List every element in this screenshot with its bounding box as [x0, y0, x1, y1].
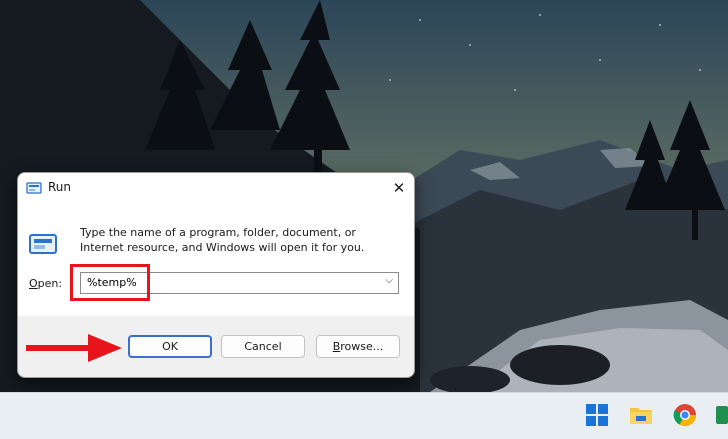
taskbar [0, 392, 728, 439]
close-icon: ✕ [392, 179, 406, 197]
pointer-arrow-icon [26, 334, 122, 362]
chevron-down-icon[interactable]: ⌵ [385, 275, 393, 286]
browse-label-rest: rowse... [340, 340, 384, 353]
dialog-body: Type the name of a program, folder, docu… [18, 203, 414, 316]
run-app-icon [26, 182, 42, 194]
browse-button[interactable]: Browse... [316, 335, 400, 358]
close-button[interactable]: ✕ [384, 173, 414, 203]
chrome-icon[interactable] [672, 402, 698, 428]
ok-button[interactable]: OK [128, 335, 212, 358]
dialog-title: Run [48, 180, 72, 194]
app-icon[interactable] [714, 402, 728, 428]
run-icon [29, 234, 57, 254]
dialog-description: Type the name of a program, folder, docu… [80, 226, 365, 254]
open-label: Open: [29, 277, 62, 290]
file-explorer-icon[interactable] [628, 402, 654, 428]
open-input-value: %temp% [87, 276, 137, 289]
cancel-button[interactable]: Cancel [221, 335, 305, 358]
open-input[interactable]: %temp% ⌵ [80, 272, 399, 294]
browse-label-mnemonic: B [332, 340, 341, 353]
open-label-mnemonic: O [29, 277, 38, 290]
title-bar[interactable]: Run ✕ [18, 173, 414, 203]
open-label-rest: pen: [37, 277, 63, 290]
windows-start-icon[interactable] [584, 402, 610, 428]
